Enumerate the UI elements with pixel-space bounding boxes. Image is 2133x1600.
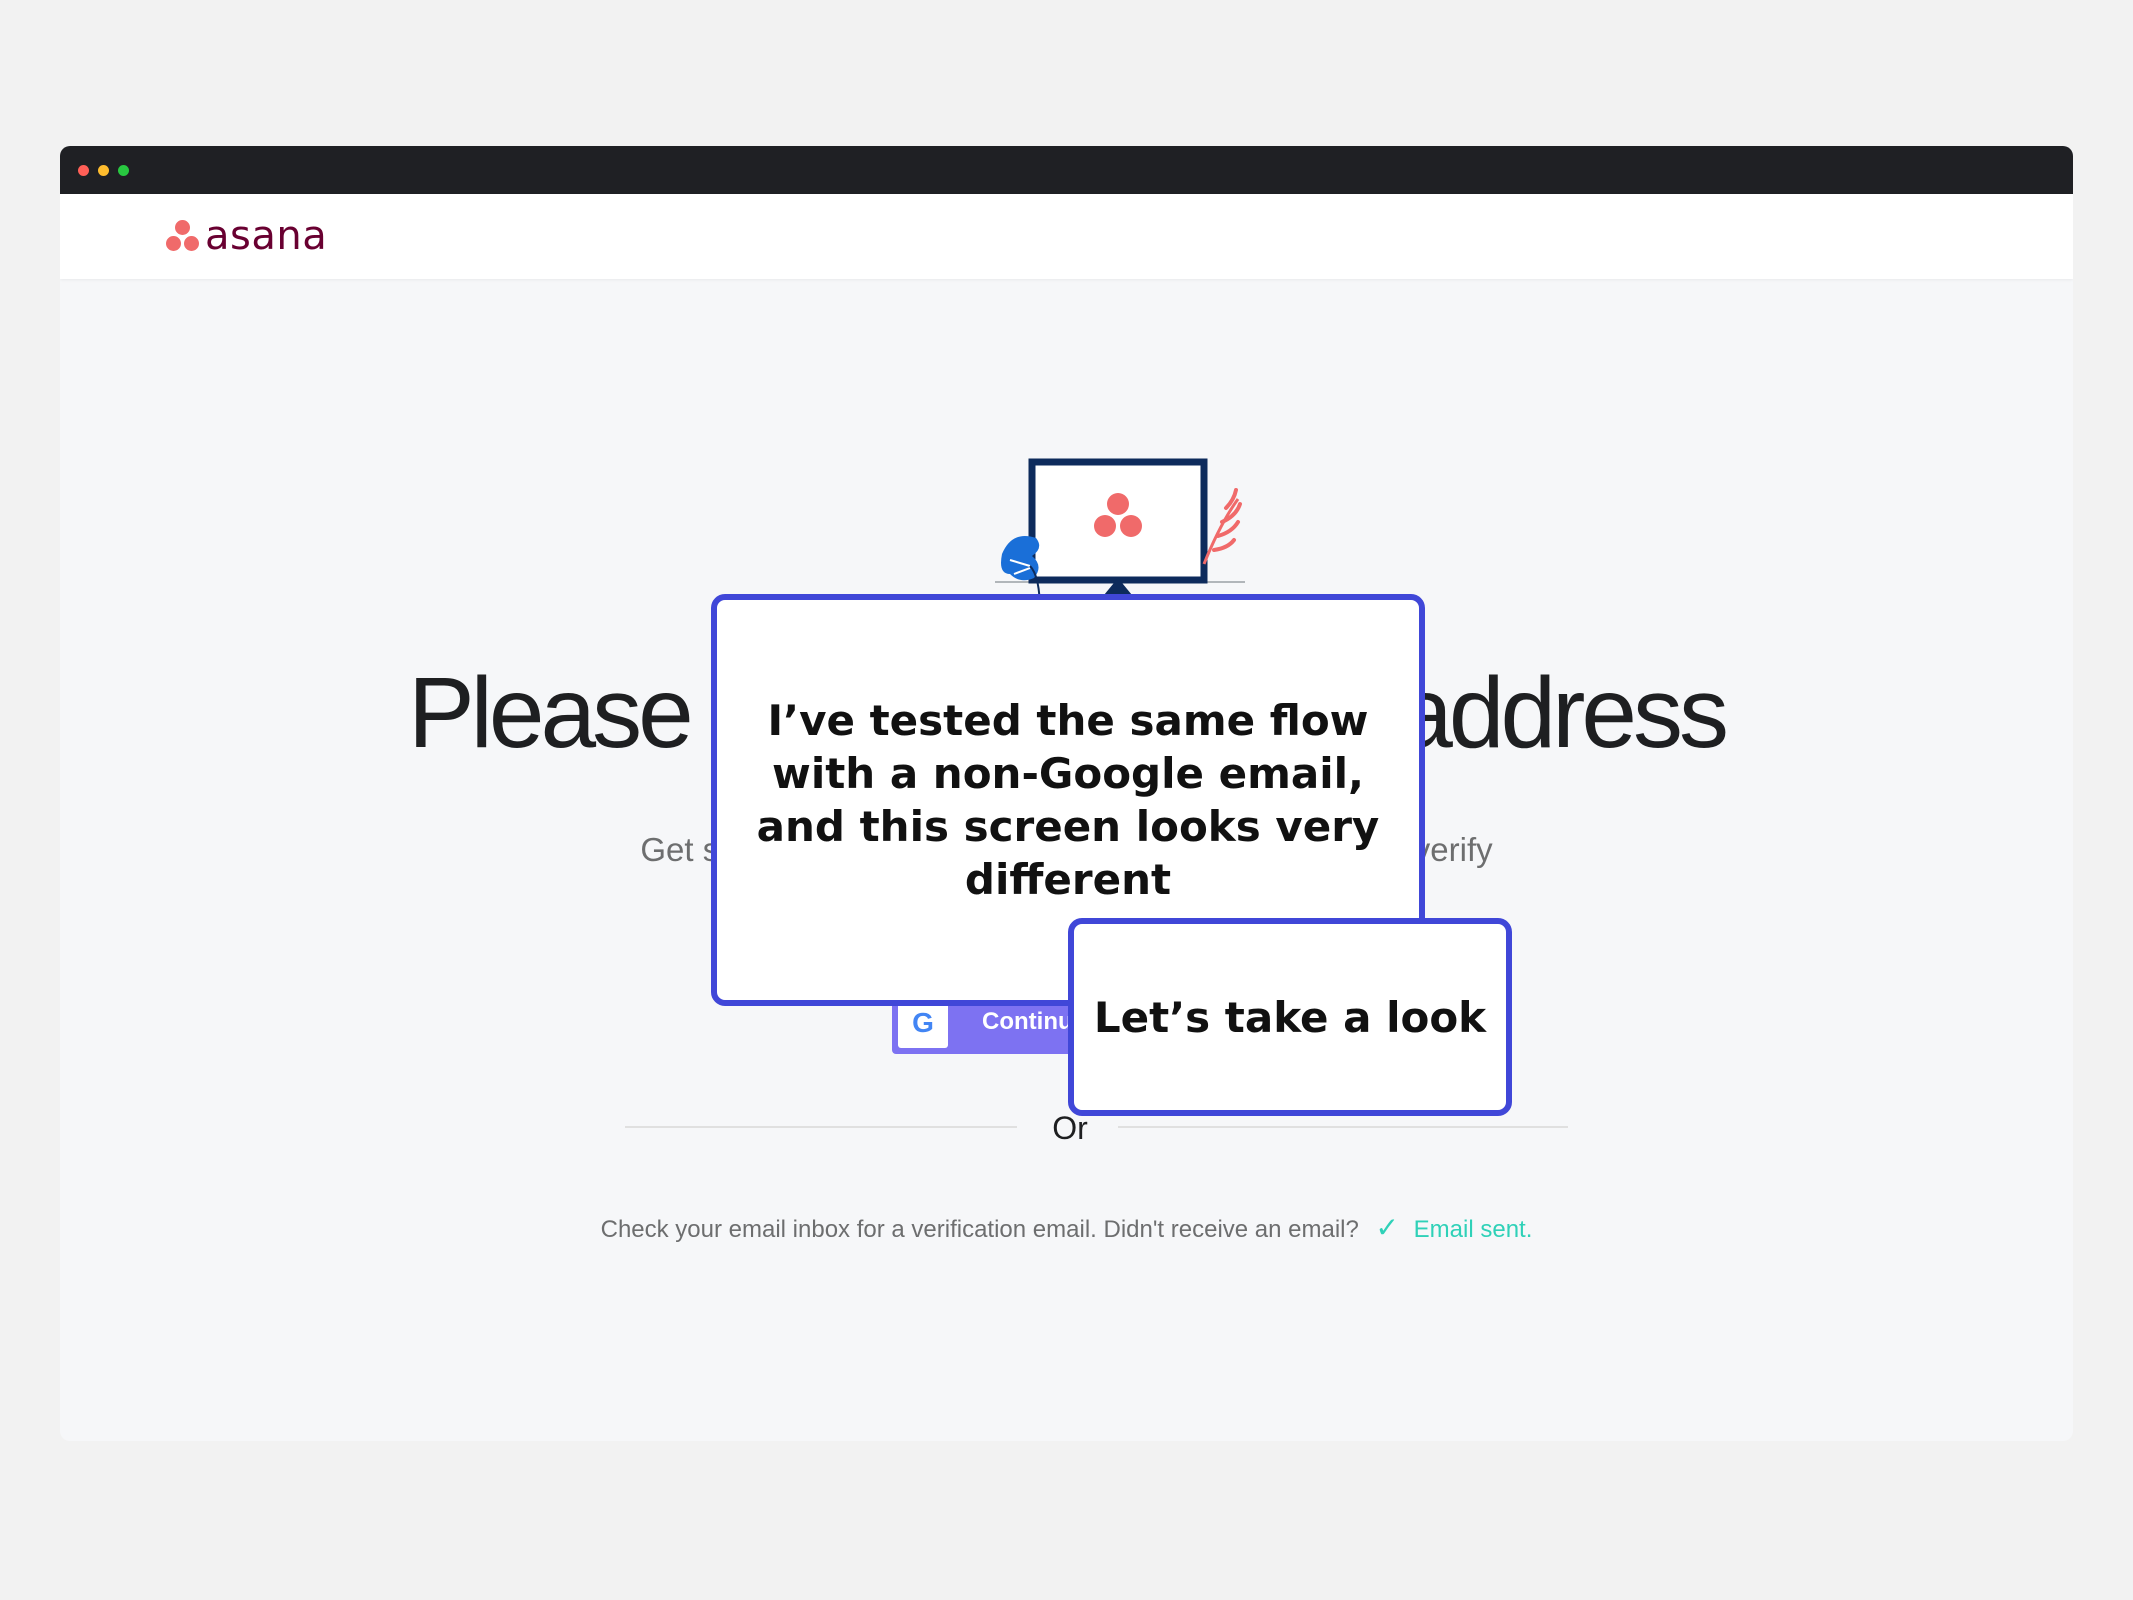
annotation-text-secondary: Let’s take a look — [1093, 992, 1487, 1042]
app-header: asana — [60, 194, 2073, 279]
close-window-button[interactable] — [78, 165, 89, 176]
asana-logo-icon — [165, 218, 201, 254]
annotation-text-main: I’ve tested the same flow with a non-Goo… — [756, 696, 1380, 904]
annotation-callout-secondary: Let’s take a look — [1068, 918, 1512, 1116]
notice-text: Check your email inbox for a verificatio… — [600, 1216, 1359, 1243]
logo-text: asana — [205, 213, 328, 259]
email-sent-status: Email sent. — [1413, 1216, 1533, 1243]
check-icon: ✓ — [1375, 1212, 1399, 1243]
window-titlebar — [60, 146, 2073, 194]
maximize-window-button[interactable] — [118, 165, 129, 176]
divider-right — [1118, 1126, 1568, 1128]
divider-left — [625, 1126, 1017, 1128]
verification-notice: Check your email inbox for a verificatio… — [60, 1211, 2073, 1244]
minimize-window-button[interactable] — [98, 165, 109, 176]
